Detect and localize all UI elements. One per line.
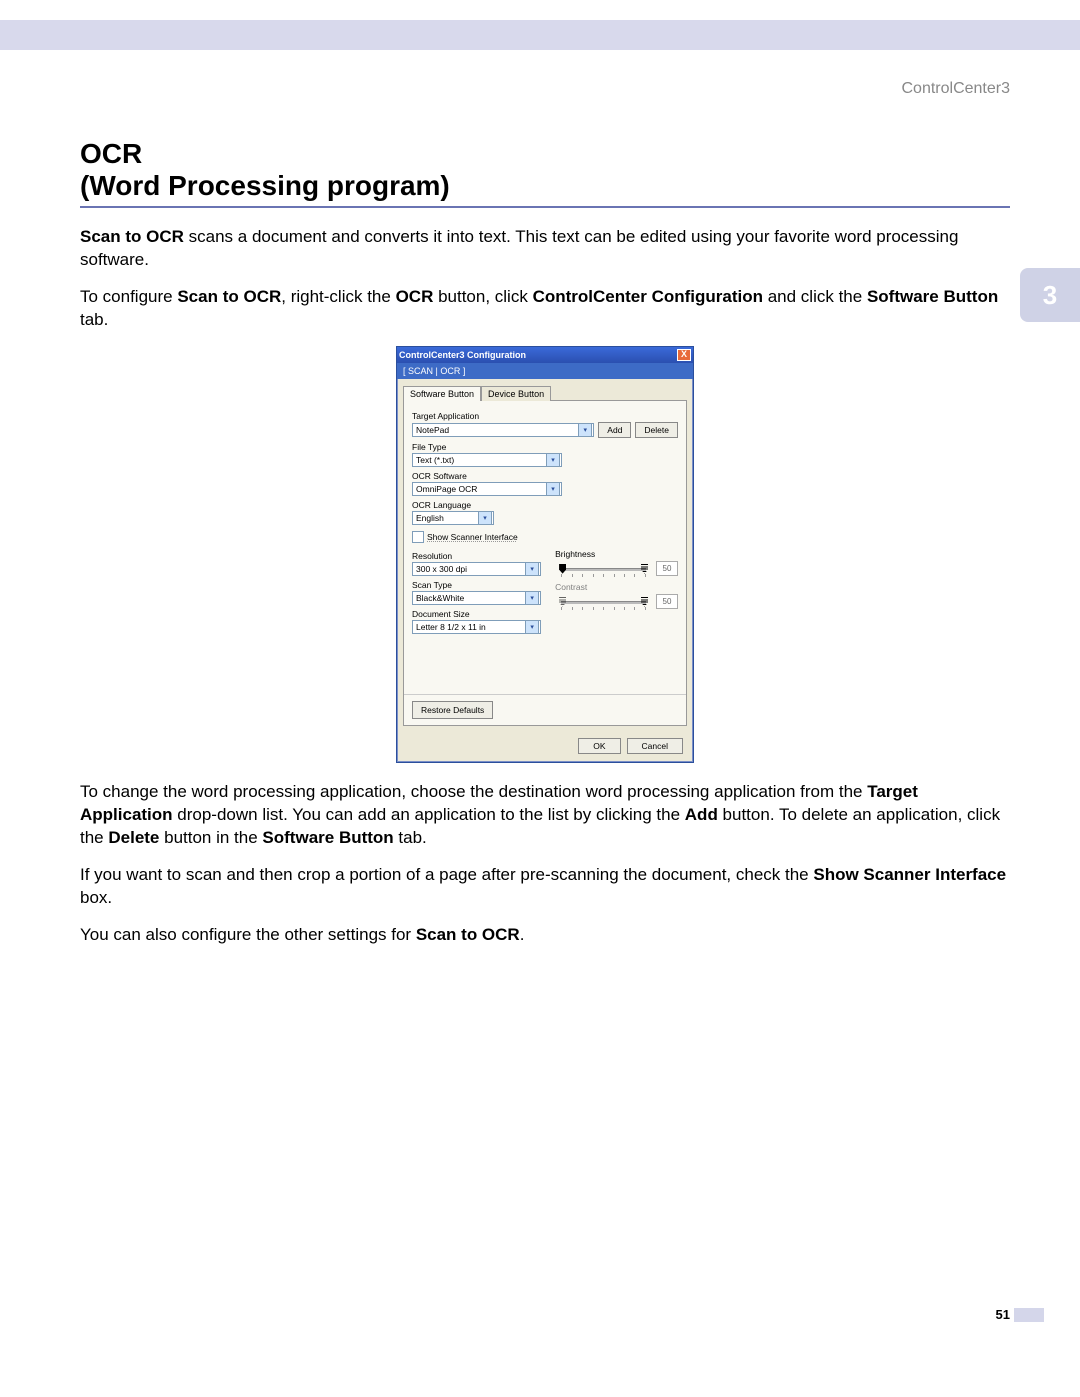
p4-t1: If you want to scan and then crop a port… xyxy=(80,865,813,884)
p2-b4: Software Button xyxy=(867,287,998,306)
chevron-down-icon: ▾ xyxy=(525,562,539,576)
page-accent xyxy=(1014,1308,1044,1322)
p4-b1: Show Scanner Interface xyxy=(813,865,1006,884)
chevron-down-icon: ▾ xyxy=(546,482,560,496)
contrast-slider[interactable] xyxy=(555,596,652,608)
p5-t2: . xyxy=(520,925,525,944)
target-app-value: NotePad xyxy=(416,425,449,435)
show-scanner-checkbox[interactable] xyxy=(412,531,424,543)
show-scanner-row[interactable]: Show Scanner Interface xyxy=(412,531,678,543)
scan-type-select[interactable]: Black&White ▾ xyxy=(412,591,541,605)
dialog-tabs: Software Button Device Button xyxy=(403,385,687,400)
p2-t3: button, click xyxy=(433,287,532,306)
dialog-title: ControlCenter3 Configuration xyxy=(399,350,526,360)
p5-b1: Scan to OCR xyxy=(416,925,520,944)
label-ocr-software: OCR Software xyxy=(412,471,678,481)
resolution-value: 300 x 300 dpi xyxy=(416,564,467,574)
cancel-button[interactable]: Cancel xyxy=(627,738,683,754)
ocr-software-value: OmniPage OCR xyxy=(416,484,477,494)
p3-b4: Software Button xyxy=(262,828,393,847)
p2-t1: To configure xyxy=(80,287,177,306)
p2-t5: tab. xyxy=(80,310,108,329)
restore-defaults-button[interactable]: Restore Defaults xyxy=(412,701,493,719)
add-button[interactable]: Add xyxy=(598,422,631,438)
document-size-select[interactable]: Letter 8 1/2 x 11 in ▾ xyxy=(412,620,541,634)
p3-t2: drop-down list. You can add an applicati… xyxy=(173,805,685,824)
tab-device-button[interactable]: Device Button xyxy=(481,386,551,401)
paragraph-3: To change the word processing applicatio… xyxy=(80,781,1010,850)
label-ocr-language: OCR Language xyxy=(412,500,678,510)
p2-b3: ControlCenter Configuration xyxy=(533,287,763,306)
tab-body: Target Application NotePad ▾ Add Delete … xyxy=(403,400,687,726)
resolution-select[interactable]: 300 x 300 dpi ▾ xyxy=(412,562,541,576)
product-name: ControlCenter3 xyxy=(0,80,1010,98)
label-brightness: Brightness xyxy=(555,549,678,559)
p3-b2: Add xyxy=(685,805,718,824)
paragraph-1: Scan to OCR scans a document and convert… xyxy=(80,226,1010,272)
tab-software-button[interactable]: Software Button xyxy=(403,386,481,401)
ocr-language-select[interactable]: English ▾ xyxy=(412,511,494,525)
section-heading: OCR (Word Processing program) xyxy=(80,138,1010,202)
label-scan-type: Scan Type xyxy=(412,580,541,590)
chapter-tab: 3 xyxy=(1020,268,1080,322)
contrast-value: 50 xyxy=(656,594,678,609)
file-type-select[interactable]: Text (*.txt) ▾ xyxy=(412,453,562,467)
p1-bold1: Scan to OCR xyxy=(80,227,184,246)
heading-rule xyxy=(80,206,1010,208)
p5-t1: You can also configure the other setting… xyxy=(80,925,416,944)
paragraph-4: If you want to scan and then crop a port… xyxy=(80,864,1010,910)
chevron-down-icon: ▾ xyxy=(525,591,539,605)
page-top-bar xyxy=(0,20,1080,50)
p3-t1: To change the word processing applicatio… xyxy=(80,782,867,801)
heading-line2: (Word Processing program) xyxy=(80,170,450,201)
label-resolution: Resolution xyxy=(412,551,541,561)
brightness-value: 50 xyxy=(656,561,678,576)
file-type-value: Text (*.txt) xyxy=(416,455,454,465)
ok-button[interactable]: OK xyxy=(578,738,620,754)
p2-b1: Scan to OCR xyxy=(177,287,281,306)
target-app-select[interactable]: NotePad ▾ xyxy=(412,423,594,437)
ocr-software-select[interactable]: OmniPage OCR ▾ xyxy=(412,482,562,496)
show-scanner-label: Show Scanner Interface xyxy=(427,532,518,542)
chevron-down-icon: ▾ xyxy=(478,511,492,525)
delete-button[interactable]: Delete xyxy=(635,422,678,438)
label-target-app: Target Application xyxy=(412,411,678,421)
p3-t4: button in the xyxy=(159,828,262,847)
p2-t4: and click the xyxy=(763,287,867,306)
dialog-breadcrumb: [ SCAN | OCR ] xyxy=(397,363,693,379)
brightness-slider[interactable] xyxy=(555,563,652,575)
p2-b2: OCR xyxy=(396,287,434,306)
chevron-down-icon: ▾ xyxy=(546,453,560,467)
p3-t5: tab. xyxy=(394,828,427,847)
paragraph-2: To configure Scan to OCR, right-click th… xyxy=(80,286,1010,332)
label-document-size: Document Size xyxy=(412,609,541,619)
chevron-down-icon: ▾ xyxy=(525,620,539,634)
p4-t2: box. xyxy=(80,888,112,907)
p3-b3: Delete xyxy=(108,828,159,847)
scan-type-value: Black&White xyxy=(416,593,464,603)
chevron-down-icon: ▾ xyxy=(578,423,592,437)
label-file-type: File Type xyxy=(412,442,678,452)
p1-text1: scans a document and converts it into te… xyxy=(80,227,958,269)
ocr-language-value: English xyxy=(416,513,444,523)
page-number: 51 xyxy=(996,1307,1010,1322)
document-size-value: Letter 8 1/2 x 11 in xyxy=(416,622,486,632)
p2-t2: , right-click the xyxy=(281,287,395,306)
page-footer: 51 xyxy=(0,1307,1080,1347)
label-contrast: Contrast xyxy=(555,582,678,592)
config-dialog: ControlCenter3 Configuration X [ SCAN | … xyxy=(396,346,694,763)
dialog-titlebar: ControlCenter3 Configuration X xyxy=(397,347,693,363)
heading-line1: OCR xyxy=(80,138,142,169)
paragraph-5: You can also configure the other setting… xyxy=(80,924,1010,947)
close-button[interactable]: X xyxy=(677,349,691,361)
